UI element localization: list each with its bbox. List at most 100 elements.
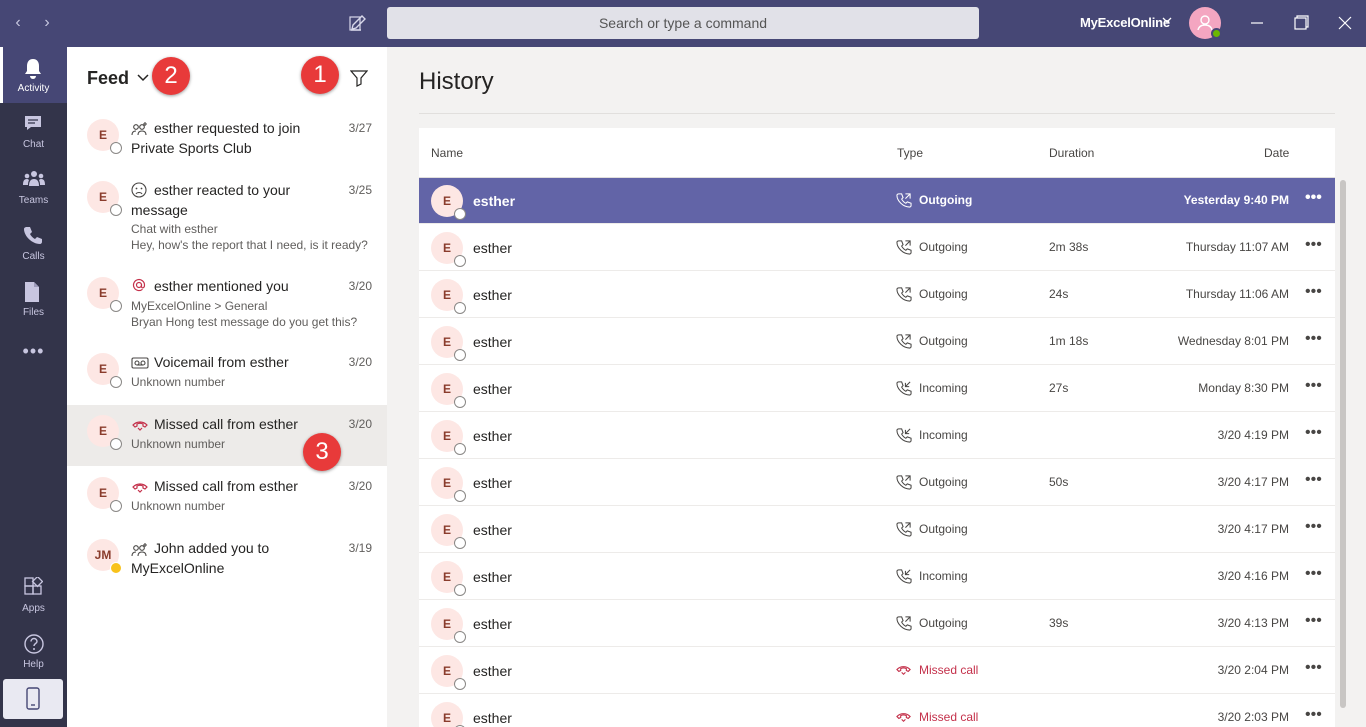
table-row-selected[interactable]: Eesther Outgoing Yesterday 9:40 PM ••• xyxy=(419,178,1335,224)
scrollbar[interactable] xyxy=(1340,180,1346,708)
table-row[interactable]: Eesther Outgoing 39s 3/20 4:13 PM ••• xyxy=(419,601,1335,647)
feed-item-title-cont: Private Sports Club xyxy=(131,140,252,156)
feed-item[interactable]: E esther reacted to your message 3/25 Cha… xyxy=(67,171,387,267)
more-options-icon[interactable]: ••• xyxy=(1305,613,1325,632)
contact-name[interactable]: esther xyxy=(473,334,512,350)
compose-icon[interactable] xyxy=(346,11,370,35)
more-options-icon[interactable]: ••• xyxy=(1305,566,1325,585)
contact-name[interactable]: esther xyxy=(473,616,512,632)
column-header-date[interactable]: Date xyxy=(1264,146,1289,160)
mobile-phone-icon xyxy=(26,687,40,710)
table-row[interactable]: Eesther Incoming 3/20 4:16 PM ••• xyxy=(419,554,1335,600)
maximize-icon[interactable] xyxy=(1290,12,1312,34)
incoming-call-icon xyxy=(896,381,912,396)
offline-status-icon xyxy=(454,302,466,314)
rail-item-files[interactable]: Files xyxy=(0,271,67,327)
column-header-name[interactable]: Name xyxy=(431,146,463,160)
offline-status-icon xyxy=(454,631,466,643)
contact-name[interactable]: esther xyxy=(473,569,512,585)
contact-name[interactable]: esther xyxy=(473,428,512,444)
rail-item-chat[interactable]: Chat xyxy=(0,103,67,159)
back-arrow-icon[interactable]: ‹ xyxy=(8,12,28,34)
search-input[interactable]: Search or type a command xyxy=(387,7,979,39)
feed-item[interactable]: JM John added you to MyExcelOnline 3/19 xyxy=(67,529,387,591)
phone-icon xyxy=(24,227,42,244)
org-switcher[interactable]: MyExcelOnline xyxy=(1080,15,1170,30)
rail-item-teams[interactable]: Teams xyxy=(0,159,67,215)
more-options-icon[interactable]: ••• xyxy=(1305,707,1325,726)
table-row[interactable]: Eesther Outgoing 1m 18s Wednesday 8:01 PM ••… xyxy=(419,319,1335,365)
chevron-down-icon[interactable] xyxy=(137,72,149,84)
more-options-icon[interactable]: ••• xyxy=(1305,519,1325,538)
incoming-call-icon xyxy=(896,569,912,584)
contact-name[interactable]: esther xyxy=(473,710,512,726)
feed-item-context: MyExcelOnline > General xyxy=(131,299,268,313)
more-apps-icon[interactable]: ••• xyxy=(0,342,67,367)
minimize-icon[interactable] xyxy=(1246,12,1268,34)
avatar: E xyxy=(431,467,466,502)
teams-icon xyxy=(23,171,45,186)
column-header-duration[interactable]: Duration xyxy=(1049,146,1094,160)
feed-item-date: 3/20 xyxy=(348,355,372,369)
rail-item-calls[interactable]: Calls xyxy=(0,215,67,271)
call-date: 3/20 4:17 PM xyxy=(1217,522,1289,536)
table-row[interactable]: Eesther Outgoing 50s 3/20 4:17 PM ••• xyxy=(419,460,1335,506)
more-options-icon[interactable]: ••• xyxy=(1305,284,1325,303)
missed-call-icon xyxy=(896,666,911,676)
table-row[interactable]: Eesther Missed call 3/20 2:03 PM ••• xyxy=(419,695,1335,727)
contact-name[interactable]: esther xyxy=(473,193,515,209)
contact-name[interactable]: esther xyxy=(473,287,512,303)
more-options-icon[interactable]: ••• xyxy=(1305,190,1325,209)
bell-icon xyxy=(25,59,41,79)
more-options-icon[interactable]: ••• xyxy=(1305,660,1325,679)
feed-item-preview: Hey, how's the report that I need, is it… xyxy=(131,238,368,252)
contact-name[interactable]: esther xyxy=(473,381,512,397)
filter-icon[interactable] xyxy=(350,69,368,87)
more-options-icon[interactable]: ••• xyxy=(1305,378,1325,397)
feed-item[interactable]: E Voicemail from esther 3/20 Unknown num… xyxy=(67,343,387,405)
mobile-app-button[interactable] xyxy=(3,679,63,719)
table-row[interactable]: Eesther Outgoing 24s Thursday 11:06 AM ••• xyxy=(419,272,1335,318)
feed-item[interactable]: E esther mentioned you 3/20 MyExcelOnlin… xyxy=(67,267,387,343)
feed-item-title: John added you to xyxy=(154,540,270,556)
call-date: Monday 8:30 PM xyxy=(1198,381,1289,395)
rail-item-apps[interactable]: Apps xyxy=(0,567,67,623)
avatar: E xyxy=(431,608,466,643)
feed-item[interactable]: E esther requested to join Private Sports… xyxy=(67,107,387,171)
forward-arrow-icon[interactable]: › xyxy=(37,12,57,34)
call-type: Missed call xyxy=(919,710,979,724)
feed-title[interactable]: Feed xyxy=(87,68,129,89)
available-status-icon xyxy=(1211,28,1222,39)
call-type: Outgoing xyxy=(919,287,968,301)
contact-name[interactable]: esther xyxy=(473,522,512,538)
rail-item-label: Activity xyxy=(17,83,50,94)
contact-name[interactable]: esther xyxy=(473,240,512,256)
table-row[interactable]: Eesther Incoming 3/20 4:19 PM ••• xyxy=(419,413,1335,459)
call-type: Outgoing xyxy=(919,334,968,348)
more-options-icon[interactable]: ••• xyxy=(1305,472,1325,491)
more-options-icon[interactable]: ••• xyxy=(1305,237,1325,256)
offline-status-icon xyxy=(454,537,466,549)
rail-item-activity[interactable]: Activity xyxy=(0,47,67,103)
contact-name[interactable]: esther xyxy=(473,663,512,679)
rail-item-label: Help xyxy=(23,659,44,670)
rail-item-help[interactable]: Help xyxy=(0,623,67,679)
feed-item[interactable]: E Missed call from esther 3/20 Unknown n… xyxy=(67,467,387,529)
avatar: E xyxy=(431,702,466,727)
table-row[interactable]: Eesther Missed call 3/20 2:04 PM ••• xyxy=(419,648,1335,694)
table-row[interactable]: Eesther Outgoing 2m 38s Thursday 11:07 AM ••… xyxy=(419,225,1335,271)
table-row[interactable]: Eesther Outgoing 3/20 4:17 PM ••• xyxy=(419,507,1335,553)
table-row[interactable]: Eesther Incoming 27s Monday 8:30 PM ••• xyxy=(419,366,1335,412)
divider xyxy=(419,113,1335,114)
more-options-icon[interactable]: ••• xyxy=(1305,425,1325,444)
close-icon[interactable] xyxy=(1334,12,1356,34)
contact-name[interactable]: esther xyxy=(473,475,512,491)
chevron-down-icon[interactable] xyxy=(1162,14,1172,26)
incoming-call-icon xyxy=(896,428,912,443)
column-header-type[interactable]: Type xyxy=(897,146,923,160)
offline-status-icon xyxy=(110,300,122,312)
call-date: 3/20 4:17 PM xyxy=(1217,475,1289,489)
more-options-icon[interactable]: ••• xyxy=(1305,331,1325,350)
avatar: E xyxy=(431,514,466,549)
rail-item-label: Files xyxy=(22,307,45,318)
